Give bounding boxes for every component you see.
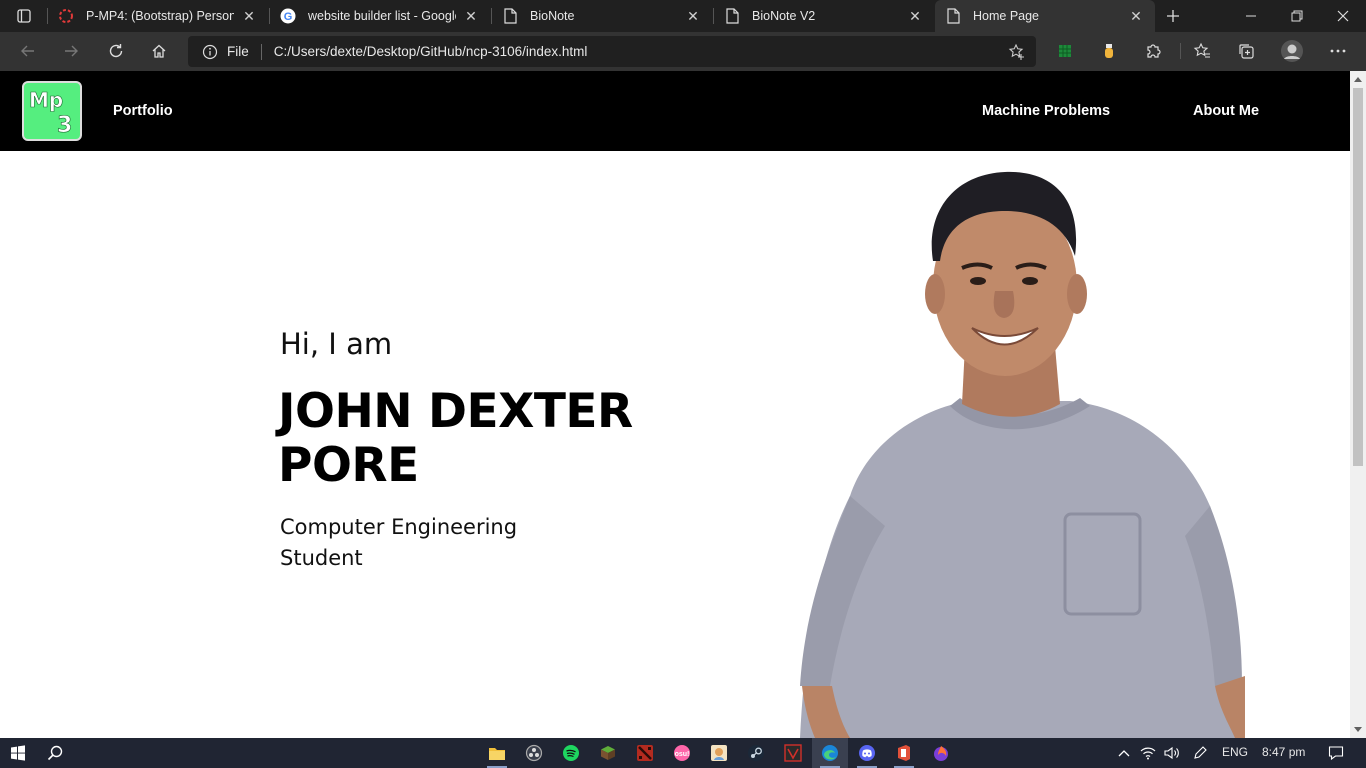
tab-title: BioNote: [530, 9, 575, 23]
more-options-icon[interactable]: [1322, 36, 1354, 66]
browser-toolbar: File C:/Users/dexte/Desktop/GitHub/ncp-3…: [0, 32, 1366, 71]
collections-icon[interactable]: [1230, 36, 1262, 66]
address-divider: [260, 43, 262, 60]
page-icon: [502, 8, 518, 24]
tab-title: BioNote V2: [752, 9, 816, 23]
avatar[interactable]: [1276, 36, 1308, 66]
close-window-button[interactable]: [1320, 0, 1366, 32]
scroll-down-icon[interactable]: [1350, 722, 1366, 738]
tab-google[interactable]: G website builder list - Google S ✕: [270, 0, 490, 32]
obs-icon[interactable]: [516, 738, 552, 768]
volume-icon[interactable]: [1158, 738, 1186, 768]
svg-text:3: 3: [57, 113, 72, 138]
page-scrollbar[interactable]: [1350, 71, 1366, 738]
nav-about-me-link[interactable]: About Me: [1193, 103, 1259, 119]
windows-start-icon[interactable]: [0, 738, 36, 768]
page-icon: [945, 8, 961, 24]
search-icon[interactable]: [37, 738, 73, 768]
spotify-icon[interactable]: [553, 738, 589, 768]
site-navbar: Mp 3 Portfolio Machine Problems About Me: [0, 71, 1350, 151]
pen-icon[interactable]: [1186, 738, 1214, 768]
scroll-thumb[interactable]: [1353, 88, 1363, 466]
page-icon: [724, 8, 740, 24]
address-url[interactable]: C:/Users/dexte/Desktop/GitHub/ncp-3106/i…: [274, 44, 588, 59]
minimize-button[interactable]: [1228, 0, 1274, 32]
tab-actions-icon[interactable]: [10, 5, 38, 27]
add-favorite-icon[interactable]: [1004, 39, 1030, 65]
info-icon[interactable]: [195, 37, 225, 67]
hero-name: JOHN DEXTER PORE: [278, 384, 633, 493]
clock[interactable]: 8:47 pm: [1262, 745, 1305, 759]
scroll-up-icon[interactable]: [1350, 71, 1366, 87]
page-viewport: Mp 3 Portfolio Machine Problems About Me…: [0, 71, 1350, 738]
svg-text:G: G: [284, 11, 293, 23]
notifications-icon[interactable]: [1318, 738, 1354, 768]
restore-button[interactable]: [1274, 0, 1320, 32]
edge-icon[interactable]: [812, 738, 848, 768]
tab-strip: P-MP4: (Bootstrap) Personal P ✕ G websit…: [0, 0, 1366, 32]
steam-icon[interactable]: [738, 738, 774, 768]
windows-taskbar: osu! ENG 8:47 pm: [0, 738, 1366, 768]
tab-home-page[interactable]: Home Page ✕: [935, 0, 1155, 32]
office-icon[interactable]: [886, 738, 922, 768]
file-explorer-icon[interactable]: [479, 738, 515, 768]
close-icon[interactable]: ✕: [240, 7, 258, 25]
hero-subtitle: Computer Engineering Student: [280, 515, 518, 570]
svg-text:osu!: osu!: [675, 751, 690, 758]
tab-title: P-MP4: (Bootstrap) Personal P: [86, 9, 234, 23]
tab-title: Home Page: [973, 9, 1040, 23]
tab-bionote-v2[interactable]: BioNote V2 ✕: [714, 0, 934, 32]
tab-title: website builder list - Google S: [308, 9, 456, 23]
tab-pmp4[interactable]: P-MP4: (Bootstrap) Personal P ✕: [48, 0, 268, 32]
close-icon[interactable]: ✕: [906, 7, 924, 25]
home-button[interactable]: [143, 36, 175, 66]
hero-greeting: Hi, I am: [280, 327, 393, 361]
google-icon: G: [280, 8, 296, 24]
vivado-icon[interactable]: [775, 738, 811, 768]
dota-icon[interactable]: [627, 738, 663, 768]
address-bar[interactable]: File C:/Users/dexte/Desktop/GitHub/ncp-3…: [188, 36, 1036, 67]
svg-text:Mp: Mp: [29, 88, 63, 112]
language-indicator[interactable]: ENG: [1222, 745, 1248, 759]
back-button[interactable]: [12, 36, 44, 66]
forward-button[interactable]: [55, 36, 87, 66]
nav-portfolio-link[interactable]: Portfolio: [113, 103, 173, 119]
game-icon[interactable]: [701, 738, 737, 768]
portrait-image: [800, 171, 1245, 738]
osu-icon[interactable]: osu!: [664, 738, 700, 768]
minecraft-icon[interactable]: [590, 738, 626, 768]
firefox-icon[interactable]: [923, 738, 959, 768]
toolbar-divider: [1180, 43, 1181, 59]
loading-ring-icon: [58, 8, 74, 24]
new-tab-button[interactable]: [1160, 4, 1186, 28]
site-logo[interactable]: Mp 3: [22, 81, 82, 141]
close-icon[interactable]: ✕: [1127, 7, 1145, 25]
close-icon[interactable]: ✕: [462, 7, 480, 25]
extension-bottle-icon[interactable]: [1093, 36, 1125, 66]
extensions-puzzle-icon[interactable]: [1137, 36, 1169, 66]
close-icon[interactable]: ✕: [684, 7, 702, 25]
refresh-button[interactable]: [100, 36, 132, 66]
address-scheme-label: File: [227, 44, 249, 59]
extension-grid-icon[interactable]: [1049, 36, 1081, 66]
tab-bionote[interactable]: BioNote ✕: [492, 0, 712, 32]
nav-machine-problems-link[interactable]: Machine Problems: [982, 103, 1110, 119]
discord-icon[interactable]: [849, 738, 885, 768]
favorites-icon[interactable]: [1186, 36, 1218, 66]
